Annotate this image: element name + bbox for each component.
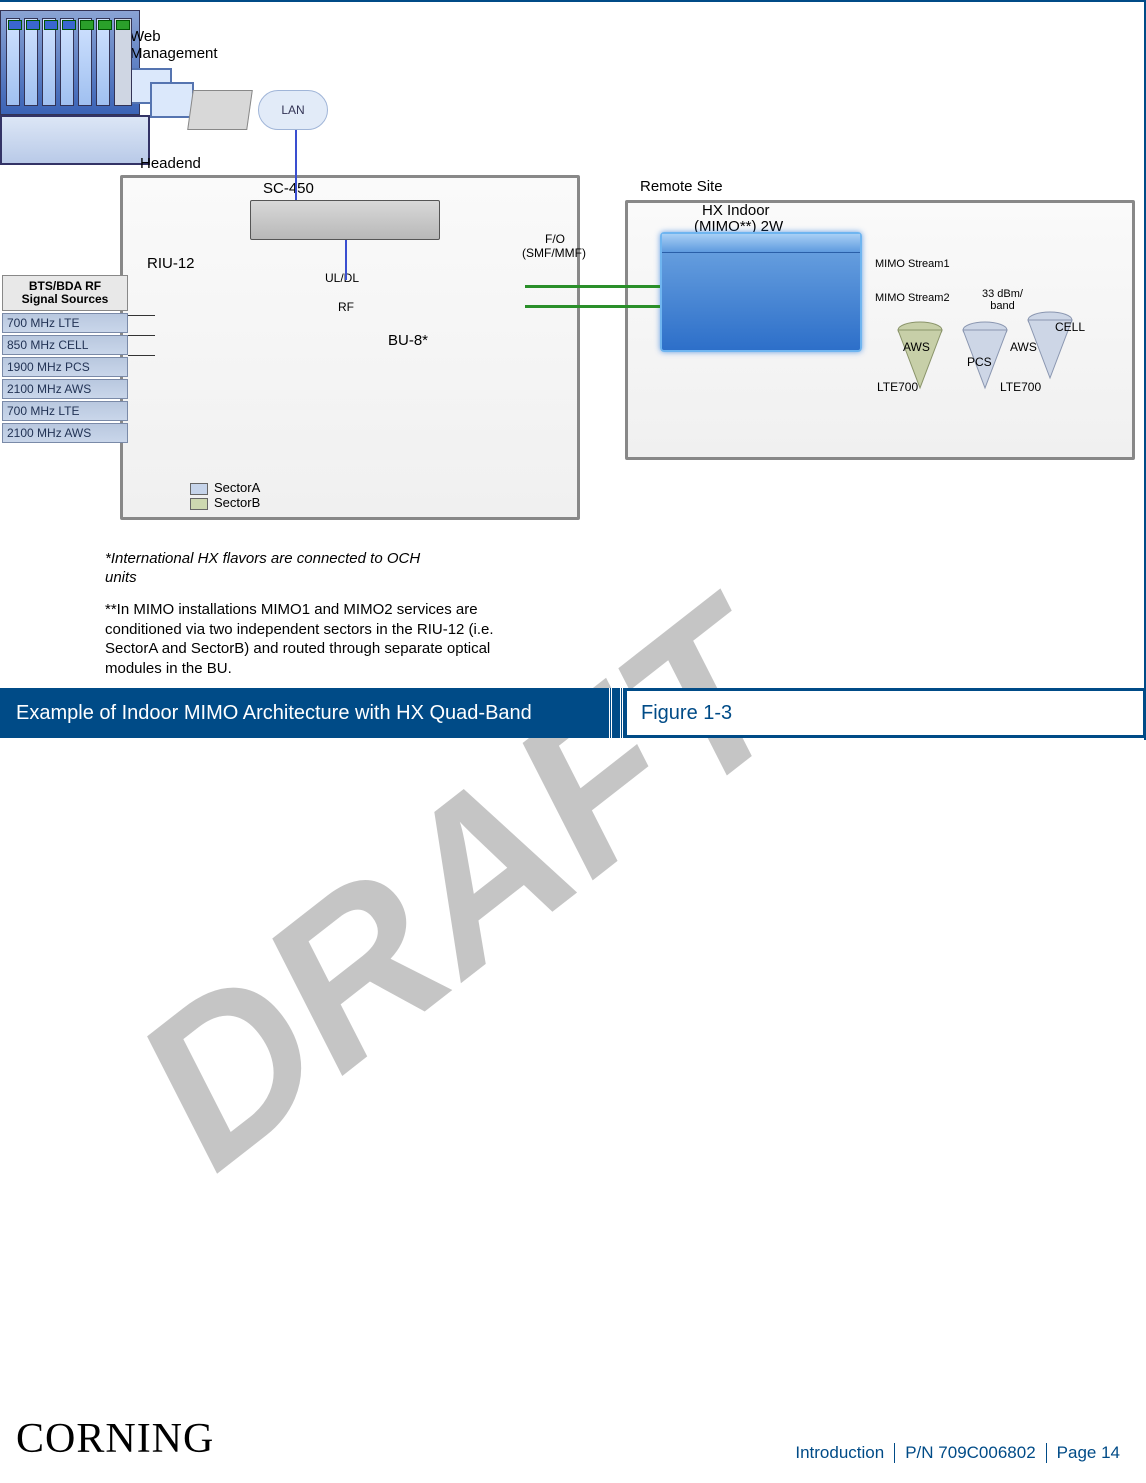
bu8-label: BU-8* <box>388 332 428 349</box>
signal-row: 1900 MHz PCS <box>2 357 128 377</box>
fo-label-2: (SMF/MMF) <box>522 246 586 260</box>
mimo-stream2-label: MIMO Stream2 <box>875 292 950 304</box>
sc450-label: SC-450 <box>263 180 314 197</box>
page-footer: CORNING Introduction P/N 709C006802 Page… <box>0 1415 1146 1463</box>
signal-row: 700 MHz LTE <box>2 313 128 333</box>
sc450-device <box>250 200 440 240</box>
headend-label: Headend <box>140 155 201 172</box>
figure-caption-bar: Example of Indoor MIMO Architecture with… <box>0 688 1146 738</box>
wire <box>128 335 155 336</box>
lan-label: LAN <box>281 103 304 117</box>
legend-sector-b: SectorB <box>214 495 260 510</box>
power-label: 33 dBm/ band <box>982 288 1023 312</box>
sector-legend: SectorA SectorB <box>190 480 260 510</box>
wire <box>128 355 155 356</box>
cone-cell-label: CELL <box>1055 320 1085 334</box>
footer-meta: Introduction P/N 709C006802 Page 14 <box>785 1443 1130 1463</box>
hx-indoor-device <box>660 232 862 352</box>
legend-sector-a: SectorA <box>214 480 260 495</box>
cone-lte-label: LTE700 <box>877 380 918 394</box>
web-management-label: Web Management <box>130 28 218 62</box>
footer-page-number: Page 14 <box>1047 1443 1130 1463</box>
wire <box>525 305 660 308</box>
footer-part-number: P/N 709C006802 <box>895 1443 1046 1463</box>
laptop-icon <box>187 90 253 130</box>
signal-row: 2100 MHz AWS <box>2 379 128 399</box>
remote-site-label: Remote Site <box>640 178 723 195</box>
footer-section: Introduction <box>785 1443 895 1463</box>
signal-sources-header: BTS/BDA RF Signal Sources <box>2 275 128 311</box>
wire <box>295 130 297 200</box>
caption-divider <box>609 688 623 738</box>
cone-pcs-label: PCS <box>967 355 992 369</box>
cone-lte2-label: LTE700 <box>1000 380 1041 394</box>
signal-row: 700 MHz LTE <box>2 401 128 421</box>
riu12-label: RIU-12 <box>147 255 195 272</box>
signal-row: 2100 MHz AWS <box>2 423 128 443</box>
architecture-diagram: Web Management LAN Headend Remote Site B… <box>0 10 1146 630</box>
rf-label: RF <box>338 300 354 314</box>
fo-label-1: F/O <box>545 232 565 246</box>
wire <box>525 285 660 288</box>
figure-title: Example of Indoor MIMO Architecture with… <box>0 688 605 738</box>
wire <box>345 240 347 280</box>
wire <box>128 315 155 316</box>
cone-aws-label: AWS <box>903 340 930 354</box>
figure-number: Figure 1-3 <box>627 691 1143 735</box>
cone-aws2-label: AWS <box>1010 340 1037 354</box>
corning-logo: CORNING <box>16 1415 214 1463</box>
mimo-stream1-label: MIMO Stream1 <box>875 258 950 270</box>
footnote-international: *International HX flavors are connected … <box>105 550 455 588</box>
lan-cloud: LAN <box>258 90 328 130</box>
hx-label-1: HX Indoor <box>702 202 770 219</box>
footnote-mimo: **In MIMO installations MIMO1 and MIMO2 … <box>105 600 525 678</box>
signal-row: 850 MHz CELL <box>2 335 128 355</box>
signal-sources: BTS/BDA RF Signal Sources 700 MHz LTE 85… <box>2 275 128 443</box>
uldl-label: UL/DL <box>325 271 359 285</box>
